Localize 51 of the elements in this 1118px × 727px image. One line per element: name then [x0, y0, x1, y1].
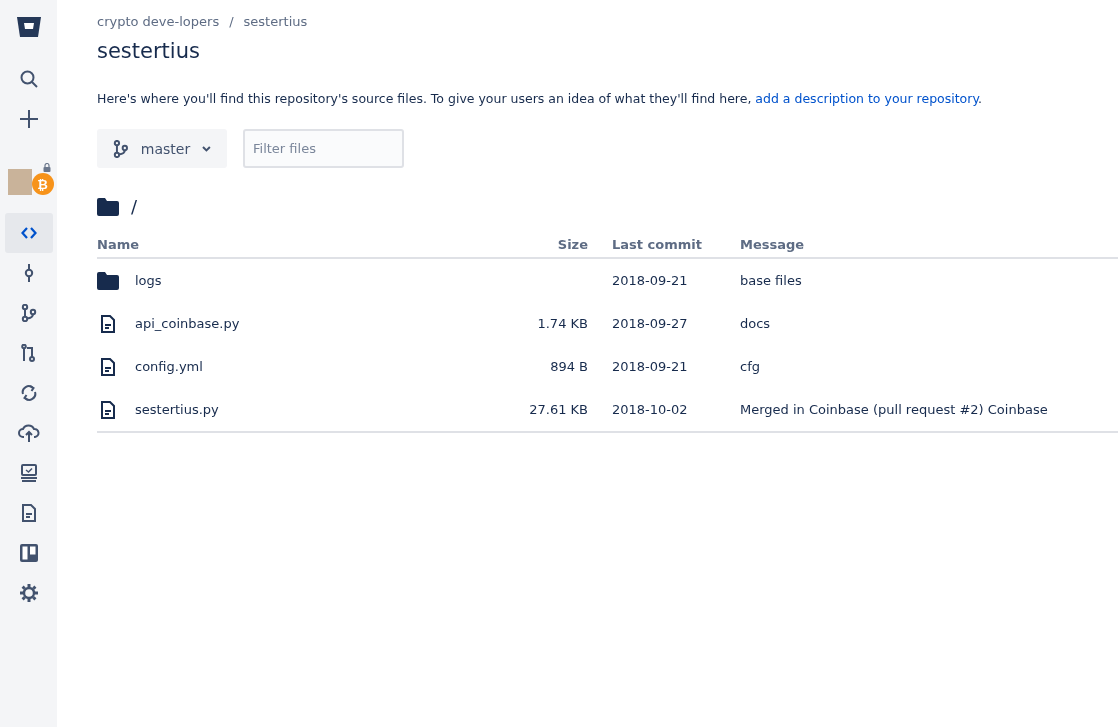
breadcrumb-link[interactable]: sestertius: [243, 14, 308, 29]
file-icon: [101, 400, 115, 419]
column-header[interactable]: Size: [468, 233, 612, 258]
breadcrumb-separator: /: [229, 14, 234, 29]
board-icon[interactable]: [19, 544, 38, 562]
column-header[interactable]: Name: [97, 233, 468, 258]
code-icon[interactable]: [20, 226, 37, 240]
breadcrumb-link[interactable]: crypto deve-lopers: [97, 14, 220, 29]
file-name-link[interactable]: api_coinbase.py: [135, 316, 240, 331]
file-size: 894 B: [550, 359, 588, 374]
monitor-check-icon[interactable]: [19, 464, 38, 482]
commit-date: 2018-09-27: [612, 316, 688, 331]
document-icon[interactable]: [21, 504, 36, 522]
search-icon[interactable]: [18, 69, 39, 89]
repository-title: sestertius: [97, 39, 201, 63]
commit-message: cfg: [740, 359, 760, 374]
nav-item[interactable]: [4, 213, 53, 253]
plus-icon[interactable]: [18, 109, 39, 129]
column-header[interactable]: Message: [740, 233, 1118, 258]
bucket-logo-icon[interactable]: [16, 17, 41, 37]
settings-icon[interactable]: [18, 583, 39, 603]
commit-date: 2018-09-21: [612, 359, 688, 374]
commit-message: docs: [740, 316, 771, 331]
folder-icon: [97, 197, 119, 216]
coin-badge: ₿: [31, 173, 54, 195]
pull-request-icon[interactable]: [20, 344, 37, 362]
column-header[interactable]: Last commit: [612, 233, 740, 258]
description-text: Here's where you'll find this repository's source files. To give your users an idea of what they'll find here, add a description to your repository.: [97, 91, 983, 106]
file-size: 27.61 KB: [529, 402, 588, 417]
branch-icon: [113, 139, 129, 158]
branch-selector[interactable]: master: [97, 129, 227, 168]
filter-field[interactable]: Filter files: [243, 129, 404, 168]
file-name-link[interactable]: sestertius.py: [135, 402, 219, 417]
current-path: /: [131, 196, 138, 217]
commit-icon[interactable]: [23, 264, 34, 282]
commit-message: base files: [740, 273, 802, 288]
cloud-upload-icon[interactable]: [17, 424, 40, 442]
lock-icon: [42, 163, 51, 172]
folder-icon: [97, 271, 119, 290]
commit-date: 2018-10-02: [612, 402, 688, 417]
refresh-icon[interactable]: [19, 384, 38, 402]
file-name-link[interactable]: logs: [135, 273, 162, 288]
chevron-down-icon: [202, 145, 211, 152]
commit-message: Merged in Coinbase (pull request #2) Coinbase: [740, 402, 1048, 417]
commit-date: 2018-09-21: [612, 273, 688, 288]
file-icon: [101, 357, 115, 376]
branch-icon[interactable]: [20, 304, 37, 322]
file-name-link[interactable]: config.yml: [135, 359, 203, 374]
file-size: 1.74 KB: [537, 316, 588, 331]
add-description-link[interactable]: add a description to your repository: [755, 91, 978, 106]
file-icon: [101, 314, 115, 333]
